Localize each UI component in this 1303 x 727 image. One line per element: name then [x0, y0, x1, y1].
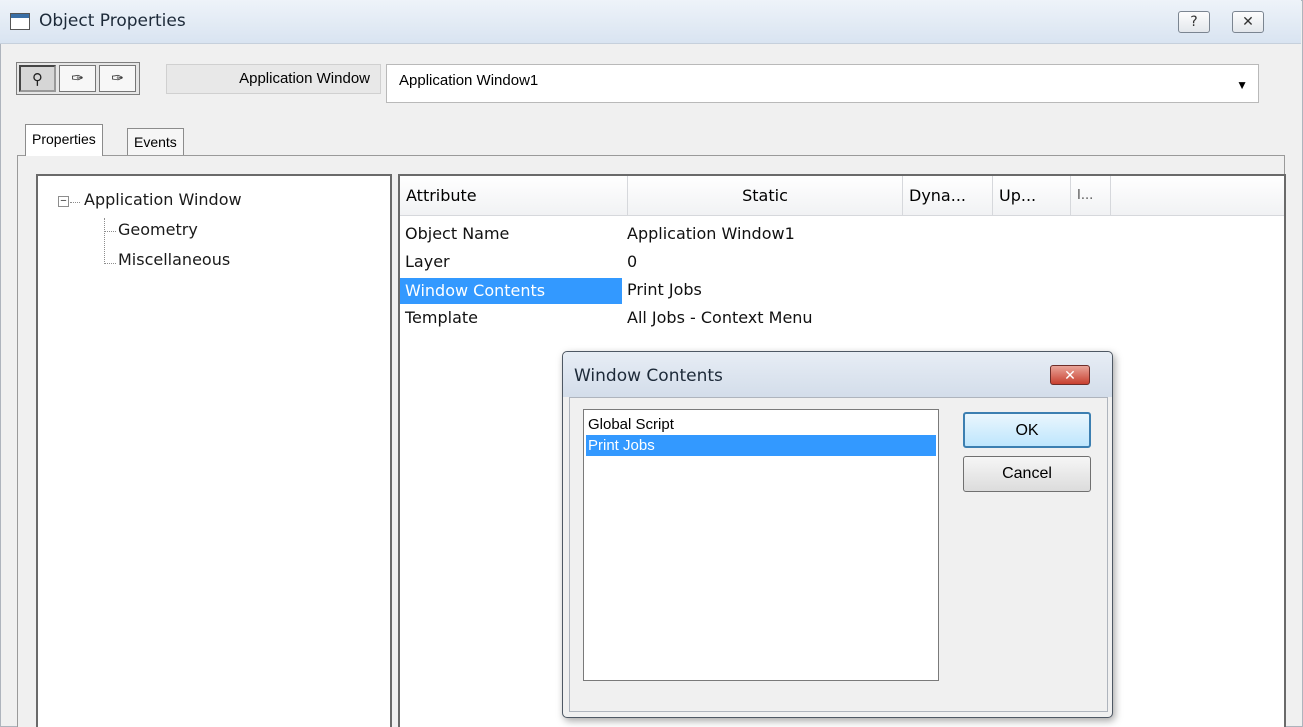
eyedropper-icon[interactable]: ✑ [59, 65, 96, 92]
object-type-label: Application Window [166, 64, 381, 94]
column-header-attribute[interactable]: Attribute [400, 176, 628, 216]
tree-item-geometry[interactable]: Geometry [118, 220, 198, 239]
window-title: Object Properties [39, 11, 186, 31]
ok-button[interactable]: OK [963, 412, 1091, 448]
attribute-cell[interactable]: Object Name [405, 224, 509, 243]
window-contents-dialog: Window Contents ✕ Global Script Print Jo… [562, 351, 1113, 718]
column-header-empty [1111, 176, 1284, 216]
tool-group: ⚲ ✑ ✑ [16, 62, 140, 95]
attribute-cell[interactable]: Template [405, 308, 478, 327]
object-name-dropdown[interactable]: Application Window1 ▼ [386, 64, 1259, 103]
tab-events[interactable]: Events [127, 128, 184, 155]
attribute-cell[interactable]: Layer [405, 252, 450, 271]
tree-item-miscellaneous[interactable]: Miscellaneous [118, 250, 230, 269]
title-bar: Object Properties ? ✕ [0, 0, 1301, 44]
tab-properties[interactable]: Properties [25, 124, 103, 156]
static-cell[interactable]: 0 [627, 252, 637, 271]
column-header-update[interactable]: Up... [993, 176, 1071, 216]
dialog-close-icon[interactable]: ✕ [1050, 365, 1090, 385]
pin-icon[interactable]: ⚲ [19, 65, 56, 92]
collapse-icon[interactable]: − [58, 196, 69, 207]
static-cell[interactable]: All Jobs - Context Menu [627, 308, 813, 327]
list-item-global-script[interactable]: Global Script [586, 414, 936, 435]
window-contents-list[interactable]: Global Script Print Jobs [583, 409, 939, 681]
window-icon [10, 13, 30, 30]
column-header-indirect[interactable]: I... [1071, 176, 1111, 216]
eyedropper-icon[interactable]: ✑ [99, 65, 136, 92]
list-item-print-jobs[interactable]: Print Jobs [586, 435, 936, 456]
static-cell[interactable]: Application Window1 [627, 224, 795, 243]
attribute-cell-selected[interactable]: Window Contents [400, 278, 622, 304]
column-header-static[interactable]: Static [628, 176, 903, 216]
dialog-title-bar: Window Contents ✕ [563, 352, 1112, 397]
cancel-button[interactable]: Cancel [963, 456, 1091, 492]
tree-item-application-window[interactable]: Application Window [84, 190, 242, 209]
object-name-value: Application Window1 [399, 72, 539, 89]
static-cell[interactable]: Print Jobs [627, 280, 702, 299]
chevron-down-icon[interactable]: ▼ [1236, 78, 1248, 92]
dialog-title: Window Contents [574, 366, 723, 386]
close-button[interactable]: ✕ [1232, 11, 1264, 33]
column-header-dynamic[interactable]: Dyna... [903, 176, 993, 216]
property-tree[interactable]: − Application Window Geometry Miscellane… [36, 174, 392, 727]
help-button[interactable]: ? [1178, 11, 1210, 33]
